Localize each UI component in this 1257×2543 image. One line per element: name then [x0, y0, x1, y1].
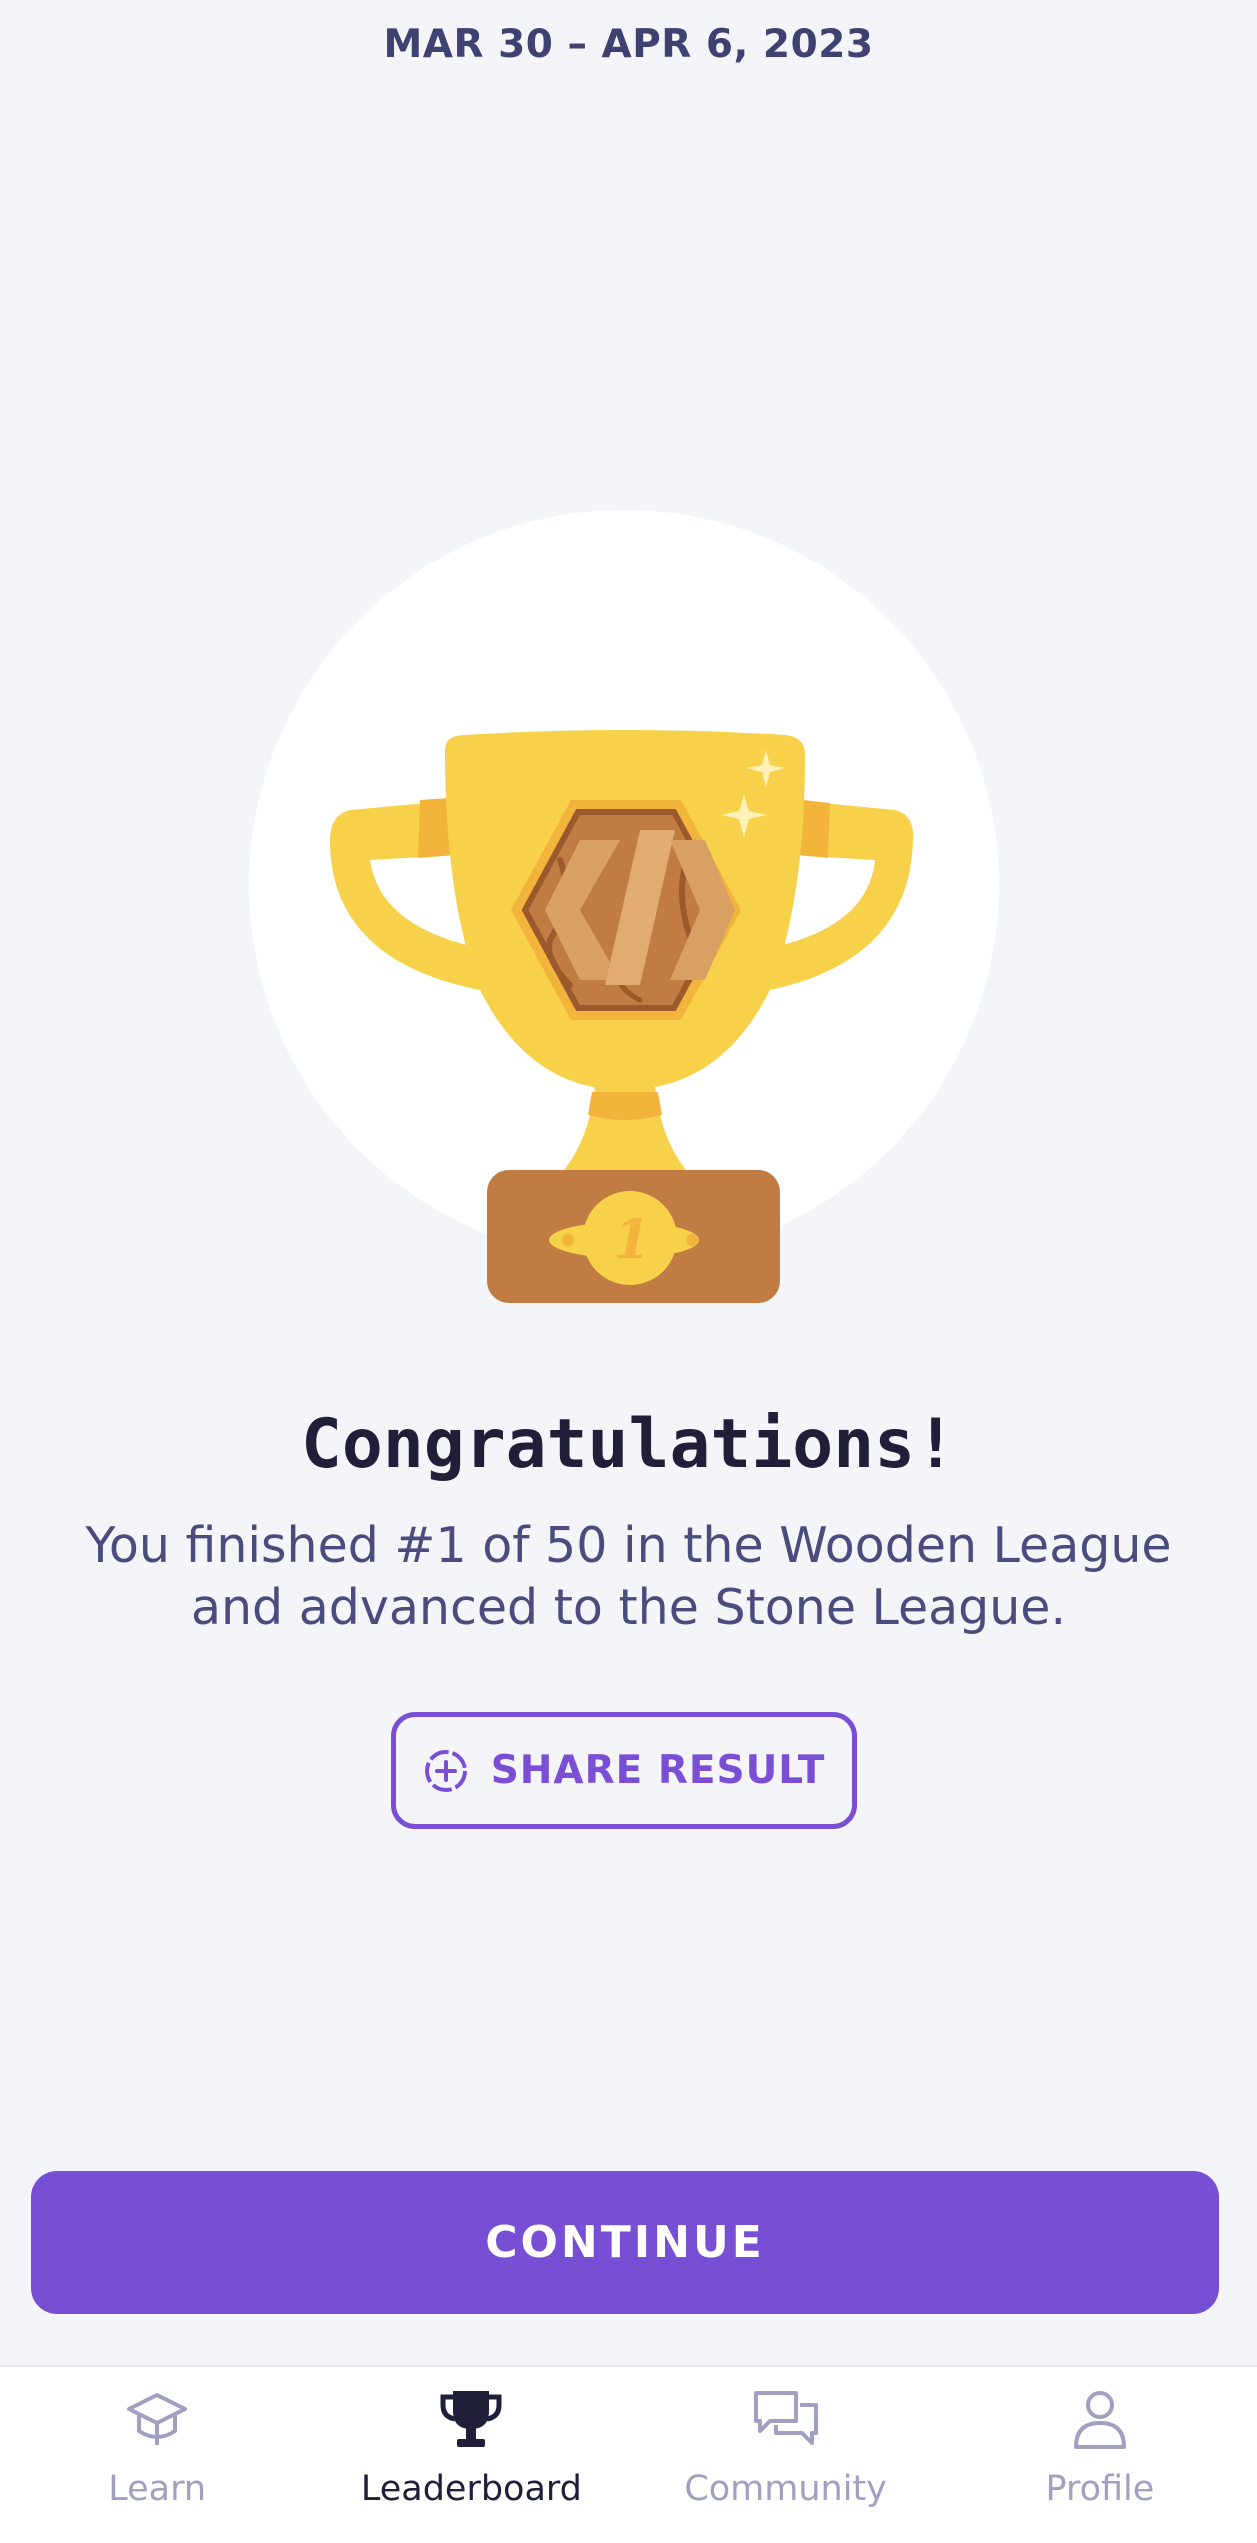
tab-learn[interactable]: Learn: [0, 2367, 314, 2543]
tab-profile[interactable]: Profile: [943, 2367, 1257, 2543]
tab-community-label: Community: [684, 2469, 887, 2509]
person-icon: [1073, 2391, 1126, 2449]
tab-community[interactable]: Community: [629, 2367, 943, 2543]
continue-label: CONTINUE: [485, 2217, 765, 2268]
tab-leaderboard[interactable]: Leaderboard: [314, 2367, 628, 2543]
share-result-button[interactable]: SHARE RESULT: [391, 1712, 857, 1829]
result-message: You finished #1 of 50 in the Wooden Leag…: [85, 1517, 1172, 1636]
graduation-cap-icon: [127, 2393, 188, 2445]
share-plus-icon: [424, 1749, 467, 1792]
trophy-icon: [440, 2391, 502, 2447]
trophy-graphic: 1: [249, 510, 999, 1303]
tab-profile-label: Profile: [1045, 2469, 1155, 2509]
share-result-label: SHARE RESULT: [490, 1748, 826, 1793]
bottom-tab-bar: Learn Leaderboard Community Profile: [0, 2365, 1257, 2543]
chat-bubbles-icon: [753, 2391, 818, 2445]
trophy-illustration: 1: [0, 0, 1257, 1320]
tab-leaderboard-label: Leaderboard: [360, 2469, 582, 2509]
rank-badge-number: 1: [613, 1207, 651, 1271]
tab-learn-label: Learn: [108, 2469, 207, 2509]
congratulations-title: Congratulations!: [300, 1405, 957, 1484]
continue-button[interactable]: CONTINUE: [31, 2171, 1219, 2314]
